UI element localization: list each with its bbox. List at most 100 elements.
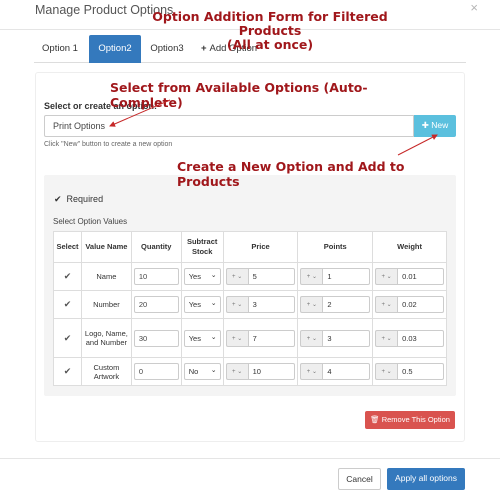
table-row: ✔ Custom Artwork 0 No ⌄ + ⌄ 10 + ⌄ 4 + ⌄ 0.5 xyxy=(53,357,447,386)
points-prefix-select[interactable]: + ⌄ xyxy=(300,363,323,380)
price-field: + ⌄ 7 xyxy=(225,329,296,347)
table-row: ✔ Name 10 Yes ⌄ + ⌄ 5 + ⌄ 1 + ⌄ 0.01 xyxy=(53,262,447,291)
weight-input[interactable]: 0.01 xyxy=(397,268,444,285)
prefix-value: + xyxy=(306,369,311,375)
chevron-down-icon: ⌄ xyxy=(210,300,217,307)
new-option-label: New xyxy=(431,120,449,130)
weight-field: + ⌄ 0.03 xyxy=(375,329,444,347)
prefix-value: + xyxy=(306,302,311,308)
price-field: + ⌄ 3 xyxy=(225,296,296,313)
plus-circle-icon: ✚ xyxy=(421,120,432,130)
new-option-button[interactable]: ✚ New xyxy=(414,115,456,137)
create-hint-annotation: Create a New Option and Add to Products xyxy=(177,159,405,189)
price-input[interactable]: 10 xyxy=(247,363,296,380)
weight-prefix-select[interactable]: + ⌄ xyxy=(375,329,398,347)
prefix-value: + xyxy=(232,302,236,308)
subtract-stock-select[interactable]: Yes ⌄ xyxy=(183,296,221,313)
required-checkbox[interactable]: ✔ Required xyxy=(54,194,103,205)
subtract-stock-select[interactable]: Yes ⌄ xyxy=(183,329,221,347)
quantity-input[interactable]: 30 xyxy=(133,329,179,347)
new-option-help: Click "New" button to create a new optio… xyxy=(44,141,173,148)
prefix-value: + xyxy=(381,335,386,342)
table-header-row: Select Value Name Quantity Subtract Stoc… xyxy=(53,231,447,263)
form-title-line-1: Option Addition Form for Filtered Produc… xyxy=(152,9,388,38)
quantity-input[interactable]: 0 xyxy=(133,363,179,380)
points-prefix-select[interactable]: + ⌄ xyxy=(300,296,323,313)
quantity-input[interactable]: 10 xyxy=(133,268,179,285)
chevron-down-icon: ⌄ xyxy=(210,272,217,279)
chevron-down-icon: ⌄ xyxy=(210,367,217,374)
col-header-select: Select xyxy=(53,231,82,263)
points-input[interactable]: 4 xyxy=(322,363,371,380)
prefix-value: + xyxy=(232,369,236,375)
remove-option-button[interactable]: 🗑 Remove This Option xyxy=(365,411,455,429)
close-icon[interactable]: × xyxy=(470,0,478,15)
price-input[interactable]: 7 xyxy=(247,329,296,347)
col-header-quantity: Quantity xyxy=(130,231,182,263)
price-prefix-select[interactable]: + ⌄ xyxy=(225,296,248,313)
subtract-stock-value: No xyxy=(188,367,199,376)
form-title-line-2: (All at once) xyxy=(226,37,314,52)
prefix-value: + xyxy=(381,274,386,280)
points-input[interactable]: 2 xyxy=(322,296,371,313)
chevron-down-icon: ⌄ xyxy=(210,333,217,341)
tab-option-2[interactable]: Option2 xyxy=(89,35,141,63)
option-values-table: Select Value Name Quantity Subtract Stoc… xyxy=(53,231,447,386)
select-checkbox[interactable]: ✔ xyxy=(64,299,72,309)
weight-prefix-select[interactable]: + ⌄ xyxy=(375,268,398,285)
subtract-stock-value: Yes xyxy=(188,333,201,343)
col-header-value-name: Value Name xyxy=(80,231,132,263)
price-prefix-select[interactable]: + ⌄ xyxy=(225,268,248,285)
check-icon: ✔ xyxy=(54,194,62,204)
weight-field: + ⌄ 0.01 xyxy=(375,268,444,285)
price-field: + ⌄ 5 xyxy=(225,268,296,285)
select-values-label: Select Option Values xyxy=(53,217,128,226)
quantity-input[interactable]: 20 xyxy=(133,296,179,313)
trash-icon: 🗑 xyxy=(370,415,382,424)
prefix-value: + xyxy=(381,369,386,375)
select-checkbox[interactable]: ✔ xyxy=(64,366,72,376)
points-field: + ⌄ 4 xyxy=(300,363,371,380)
value-name: Name xyxy=(80,262,132,291)
value-name: Custom Artwork xyxy=(80,357,132,386)
subtract-stock-select[interactable]: No ⌄ xyxy=(183,363,221,380)
weight-input[interactable]: 0.03 xyxy=(397,329,444,347)
subtract-stock-select[interactable]: Yes ⌄ xyxy=(183,268,221,285)
required-label: Required xyxy=(66,194,104,204)
weight-input[interactable]: 0.02 xyxy=(397,296,444,313)
tab-option-1[interactable]: Option 1 xyxy=(34,35,86,63)
select-checkbox[interactable]: ✔ xyxy=(64,333,72,343)
points-field: + ⌄ 1 xyxy=(300,268,371,285)
points-field: + ⌄ 2 xyxy=(300,296,371,313)
prefix-value: + xyxy=(232,335,236,342)
remove-option-label: Remove This Option xyxy=(381,415,450,424)
prefix-value: + xyxy=(306,335,311,342)
cancel-button[interactable]: Cancel xyxy=(338,468,381,490)
points-prefix-select[interactable]: + ⌄ xyxy=(300,268,323,285)
points-input[interactable]: 3 xyxy=(322,329,371,347)
price-prefix-select[interactable]: + ⌄ xyxy=(225,363,248,380)
weight-field: + ⌄ 0.02 xyxy=(375,296,444,313)
weight-prefix-select[interactable]: + ⌄ xyxy=(375,363,398,380)
price-prefix-select[interactable]: + ⌄ xyxy=(225,329,248,347)
form-title-annotation: Option Addition Form for Filtered Produc… xyxy=(150,10,390,52)
prefix-value: + xyxy=(306,274,311,280)
table-row: ✔ Logo, Name, and Number 30 Yes ⌄ + ⌄ 7 + … xyxy=(53,318,447,358)
points-field: + ⌄ 3 xyxy=(300,329,371,347)
price-input[interactable]: 3 xyxy=(247,296,296,313)
select-hint-annotation: Select from Available Options (Auto-Comp… xyxy=(110,80,368,110)
price-input[interactable]: 5 xyxy=(247,268,296,285)
subtract-stock-value: Yes xyxy=(188,300,201,309)
points-input[interactable]: 1 xyxy=(322,268,371,285)
table-row: ✔ Number 20 Yes ⌄ + ⌄ 3 + ⌄ 2 + ⌄ 0.02 xyxy=(53,290,447,319)
points-prefix-select[interactable]: + ⌄ xyxy=(300,329,323,347)
price-field: + ⌄ 10 xyxy=(225,363,296,380)
select-checkbox[interactable]: ✔ xyxy=(64,271,72,281)
col-header-price: Price xyxy=(222,231,299,263)
col-header-points: Points xyxy=(297,231,374,263)
apply-all-button[interactable]: Apply all options xyxy=(387,468,465,490)
value-name: Logo, Name, and Number xyxy=(80,318,132,358)
weight-prefix-select[interactable]: + ⌄ xyxy=(375,296,398,313)
option-autocomplete-input[interactable]: Print Options xyxy=(44,115,414,137)
weight-input[interactable]: 0.5 xyxy=(397,363,444,380)
